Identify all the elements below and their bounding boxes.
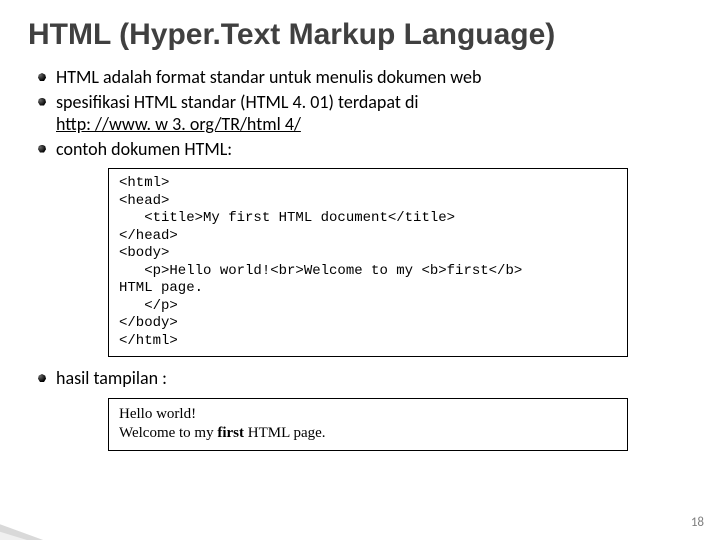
bullet-text: HTML adalah format standar untuk menulis…	[56, 66, 481, 88]
bullet-text: hasil tampilan :	[56, 367, 167, 389]
output-line: Hello world!	[119, 406, 196, 422]
code-line: <p>Hello world!<br>Welcome to my <b>firs…	[119, 263, 522, 279]
code-line: </head>	[119, 228, 178, 244]
bullet-list-2: hasil tampilan :	[28, 367, 692, 390]
bullet-item: hasil tampilan :	[38, 367, 692, 390]
output-line-part: HTML page.	[244, 425, 326, 441]
code-line: <title>My first HTML document</title>	[119, 210, 455, 226]
code-line: </p>	[119, 298, 178, 314]
bullet-text: spesifikasi HTML standar (HTML 4. 01) te…	[56, 91, 419, 113]
page-title: HTML (Hyper.Text Markup Language)	[28, 18, 692, 52]
code-line: </body>	[119, 315, 178, 331]
code-line: </html>	[119, 333, 178, 349]
code-line: HTML page.	[119, 280, 203, 296]
output-box: Hello world! Welcome to my first HTML pa…	[108, 398, 628, 451]
bullet-list-1: HTML adalah format standar untuk menulis…	[28, 66, 692, 160]
code-line: <html>	[119, 175, 169, 191]
output-bold: first	[217, 425, 244, 441]
bullet-text: contoh dokumen HTML:	[56, 138, 232, 160]
bullet-item: contoh dokumen HTML:	[38, 138, 692, 161]
code-line: <body>	[119, 245, 169, 261]
bullet-item: HTML adalah format standar untuk menulis…	[38, 66, 692, 89]
spec-link[interactable]: http: //www. w 3. org/TR/html 4/	[56, 113, 301, 135]
slide: HTML (Hyper.Text Markup Language) HTML a…	[0, 0, 720, 540]
code-line: <head>	[119, 193, 169, 209]
bullet-item: spesifikasi HTML standar (HTML 4. 01) te…	[38, 91, 692, 136]
output-line-part: Welcome to my	[119, 425, 217, 441]
page-number: 18	[691, 515, 704, 530]
slide-decoration	[0, 480, 130, 540]
code-box: <html> <head> <title>My first HTML docum…	[108, 168, 628, 357]
